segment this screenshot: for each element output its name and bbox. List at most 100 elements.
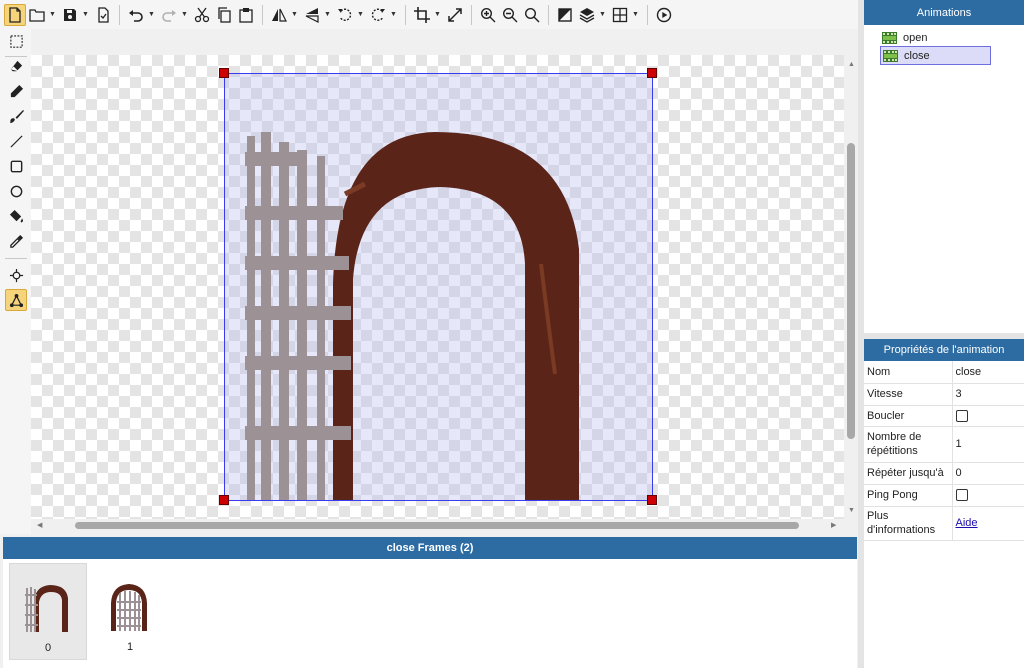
- help-link[interactable]: Aide: [956, 517, 978, 529]
- redo-button[interactable]: [158, 4, 180, 26]
- resize-handle-bottom-right[interactable]: [647, 495, 657, 505]
- canvas-vertical-scrollbar[interactable]: ▲ ▼: [844, 55, 858, 519]
- pencil-icon: [10, 84, 23, 97]
- paint-bucket-tool[interactable]: [5, 205, 27, 227]
- new-file-button[interactable]: [4, 3, 26, 26]
- layers-button[interactable]: [576, 4, 598, 26]
- film-strip-icon: [883, 49, 898, 62]
- crop-dropdown-icon[interactable]: ▼: [433, 4, 442, 26]
- property-row-ping-pong: Ping Pong: [864, 484, 1024, 507]
- property-key: Plus d'informations: [864, 506, 953, 541]
- animation-item-open[interactable]: open: [880, 28, 991, 47]
- ellipse-tool[interactable]: [5, 180, 27, 202]
- properties-panel-title: Propriétés de l'animation: [864, 339, 1024, 361]
- animations-panel: Animations open close: [864, 0, 1024, 333]
- zoom-in-button[interactable]: [477, 4, 499, 26]
- undo-button[interactable]: [125, 4, 147, 26]
- loop-checkbox[interactable]: [955, 409, 968, 422]
- marquee-select-icon: [9, 34, 23, 48]
- frame-0-preview: [25, 585, 68, 632]
- resize-handle-bottom-left[interactable]: [219, 495, 229, 505]
- cut-button[interactable]: [191, 4, 213, 26]
- rectangle-tool[interactable]: [5, 155, 27, 177]
- sprite-bounds[interactable]: [224, 73, 653, 501]
- play-button[interactable]: [653, 4, 675, 26]
- copy-icon: [218, 6, 231, 23]
- property-row-loop: Boucler: [864, 405, 1024, 427]
- save-dropdown-icon[interactable]: ▼: [81, 4, 90, 26]
- marquee-select-tool[interactable]: [5, 30, 27, 52]
- main-toolbar: ▼ ▼ ▼ ▼ ▼ ▼ ▼ ▼ ▼ ▼ ▼: [0, 0, 860, 29]
- export-button[interactable]: [92, 4, 114, 26]
- speed-field[interactable]: 3: [952, 383, 1024, 406]
- zoom-out-button[interactable]: [499, 4, 521, 26]
- horizontal-scroll-thumb[interactable]: [75, 522, 799, 529]
- ping-pong-checkbox[interactable]: [955, 489, 968, 502]
- rotate-left-button[interactable]: [334, 4, 356, 26]
- rotate-right-button[interactable]: [367, 4, 389, 26]
- copy-button[interactable]: [213, 4, 235, 26]
- polygon-vertices-icon: [9, 293, 23, 307]
- repeat-count-field[interactable]: 1: [952, 426, 1024, 463]
- point-tool[interactable]: [5, 264, 27, 286]
- redo-icon: [162, 9, 176, 22]
- resize-handle-top-left[interactable]: [219, 68, 229, 78]
- animation-item-close[interactable]: close: [880, 46, 991, 65]
- scroll-right-icon[interactable]: ▶: [831, 521, 836, 529]
- scroll-left-icon[interactable]: ◀: [37, 521, 42, 529]
- eyedropper-tool[interactable]: [5, 230, 27, 252]
- repeat-until-field[interactable]: 0: [952, 462, 1024, 485]
- save-button[interactable]: [59, 4, 81, 26]
- frames-panel: 0 1: [3, 559, 857, 668]
- clipboard-icon: [239, 7, 253, 23]
- vertical-scroll-thumb[interactable]: [847, 143, 855, 439]
- line-tool[interactable]: [5, 130, 27, 152]
- property-key: Nom: [864, 361, 953, 384]
- animation-properties-panel: Propriétés de l'animation Nom close Vite…: [864, 339, 1024, 668]
- line-icon: [9, 134, 23, 148]
- flip-vertical-dropdown-icon[interactable]: ▼: [323, 4, 332, 26]
- animation-label: open: [903, 31, 928, 44]
- rotate-left-dropdown-icon[interactable]: ▼: [356, 4, 365, 26]
- flip-horizontal-button[interactable]: [268, 4, 290, 26]
- frame-index-label: 1: [126, 641, 134, 653]
- paint-bucket-icon: [9, 209, 23, 222]
- zoom-reset-button[interactable]: [521, 4, 543, 26]
- eraser-icon: [10, 60, 22, 71]
- flip-vertical-button[interactable]: [301, 4, 323, 26]
- rotate-right-dropdown-icon[interactable]: ▼: [389, 4, 398, 26]
- pencil-tool[interactable]: [5, 80, 27, 102]
- crop-button[interactable]: [411, 4, 433, 26]
- grid-dropdown-icon[interactable]: ▼: [631, 4, 640, 26]
- mask-button[interactable]: [554, 4, 576, 26]
- open-button[interactable]: [26, 4, 48, 26]
- resize-handle-top-right[interactable]: [647, 68, 657, 78]
- scroll-down-icon[interactable]: ▼: [848, 507, 855, 514]
- crosshair-icon: [9, 268, 23, 282]
- frame-thumbnail-1[interactable]: 1: [91, 563, 169, 660]
- sprite-canvas[interactable]: [31, 55, 844, 519]
- grid-icon: [612, 7, 628, 22]
- name-field[interactable]: close: [952, 361, 1024, 384]
- flip-horizontal-icon: [272, 8, 287, 22]
- canvas-horizontal-scrollbar[interactable]: ◀ ▶: [31, 519, 844, 531]
- frame-thumbnail-0[interactable]: 0: [9, 563, 87, 660]
- layers-dropdown-icon[interactable]: ▼: [598, 4, 607, 26]
- flip-horizontal-dropdown-icon[interactable]: ▼: [290, 4, 299, 26]
- zoom-out-icon: [502, 7, 518, 22]
- resize-button[interactable]: [444, 4, 466, 26]
- paste-button[interactable]: [235, 4, 257, 26]
- open-dropdown-icon[interactable]: ▼: [48, 4, 57, 26]
- undo-dropdown-icon[interactable]: ▼: [147, 4, 156, 26]
- zoom-reset-icon: [524, 7, 540, 22]
- scroll-up-icon[interactable]: ▲: [848, 61, 855, 68]
- property-key: Ping Pong: [864, 484, 953, 507]
- eraser-tool[interactable]: [5, 55, 27, 77]
- redo-dropdown-icon[interactable]: ▼: [180, 4, 189, 26]
- grid-button[interactable]: [609, 4, 631, 26]
- folder-icon: [29, 8, 45, 22]
- animations-panel-title: Animations: [864, 0, 1024, 25]
- brush-tool[interactable]: [5, 105, 27, 127]
- property-key: Vitesse: [864, 383, 953, 406]
- polygon-vertices-tool[interactable]: [5, 289, 27, 311]
